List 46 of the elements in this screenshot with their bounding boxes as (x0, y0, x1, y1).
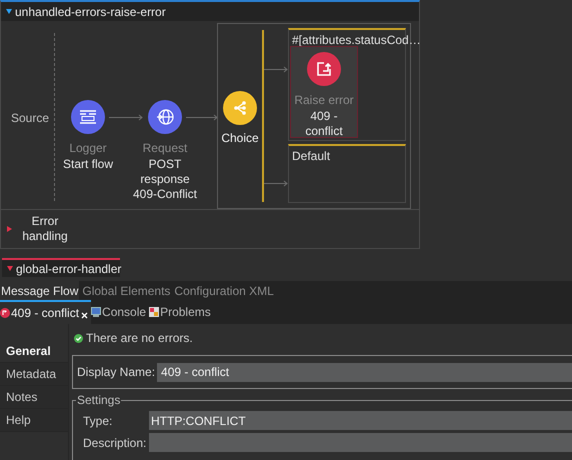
node-label: 409 - conflict (304, 109, 344, 139)
node-type-label: Raise error (293, 93, 355, 108)
node-label: POST response 409-Conflict (132, 157, 198, 202)
view-tab[interactable]: Console (91, 300, 150, 324)
field-label: Description: (83, 434, 148, 452)
arrow (264, 180, 288, 187)
flow-title: unhandled-errors-raise-error (15, 4, 166, 20)
arrow (109, 114, 143, 121)
expand-icon[interactable] (7, 226, 12, 232)
route-condition: #[attributes.statusCod… (292, 32, 421, 49)
field-label: Display Name: (77, 364, 156, 381)
check-icon (74, 334, 83, 342)
route-condition: Default (292, 148, 330, 165)
node-type-label: Logger (68, 141, 108, 156)
source-label: Source (11, 110, 50, 127)
error-handling-label[interactable]: Error handling (15, 214, 75, 244)
text-field[interactable] (149, 433, 572, 452)
monitor-icon (91, 307, 102, 317)
logger-icon[interactable] (71, 100, 105, 134)
collapse-icon[interactable] (7, 266, 13, 271)
editor-tab[interactable]: Message Flow (0, 281, 80, 300)
arrow (264, 66, 288, 73)
handler-header[interactable]: global-error-handler (2, 258, 120, 277)
section-tab[interactable]: Metadata (0, 363, 68, 386)
node-label: Start flow (62, 157, 114, 172)
handler-title: global-error-handler (16, 260, 122, 278)
group-title: Settings (76, 393, 122, 407)
arrow (186, 114, 218, 121)
raise-error-icon (0, 308, 10, 318)
problems-icon (149, 307, 160, 317)
editor-tab[interactable]: Configuration XML (173, 281, 275, 300)
field-label: Type: (83, 412, 114, 430)
choice-label: Choice (220, 130, 260, 147)
section-tab[interactable]: Notes (0, 386, 68, 409)
status-message: There are no errors. (86, 330, 193, 347)
globe-icon[interactable] (148, 100, 182, 134)
view-tab[interactable]: Problems (149, 300, 214, 324)
text-field[interactable]: HTTP:CONFLICT (149, 411, 572, 430)
section-tab[interactable]: Help (0, 409, 68, 432)
display-name-field[interactable]: 409 - conflict (157, 362, 572, 382)
collapse-icon[interactable] (6, 9, 12, 14)
close-icon[interactable] (81, 312, 88, 318)
editor-tab[interactable]: Global Elements (81, 281, 172, 300)
node-type-label: Request (142, 141, 188, 156)
choice-icon[interactable] (223, 91, 257, 125)
view-tab[interactable]: 409 - conflict (0, 300, 92, 324)
